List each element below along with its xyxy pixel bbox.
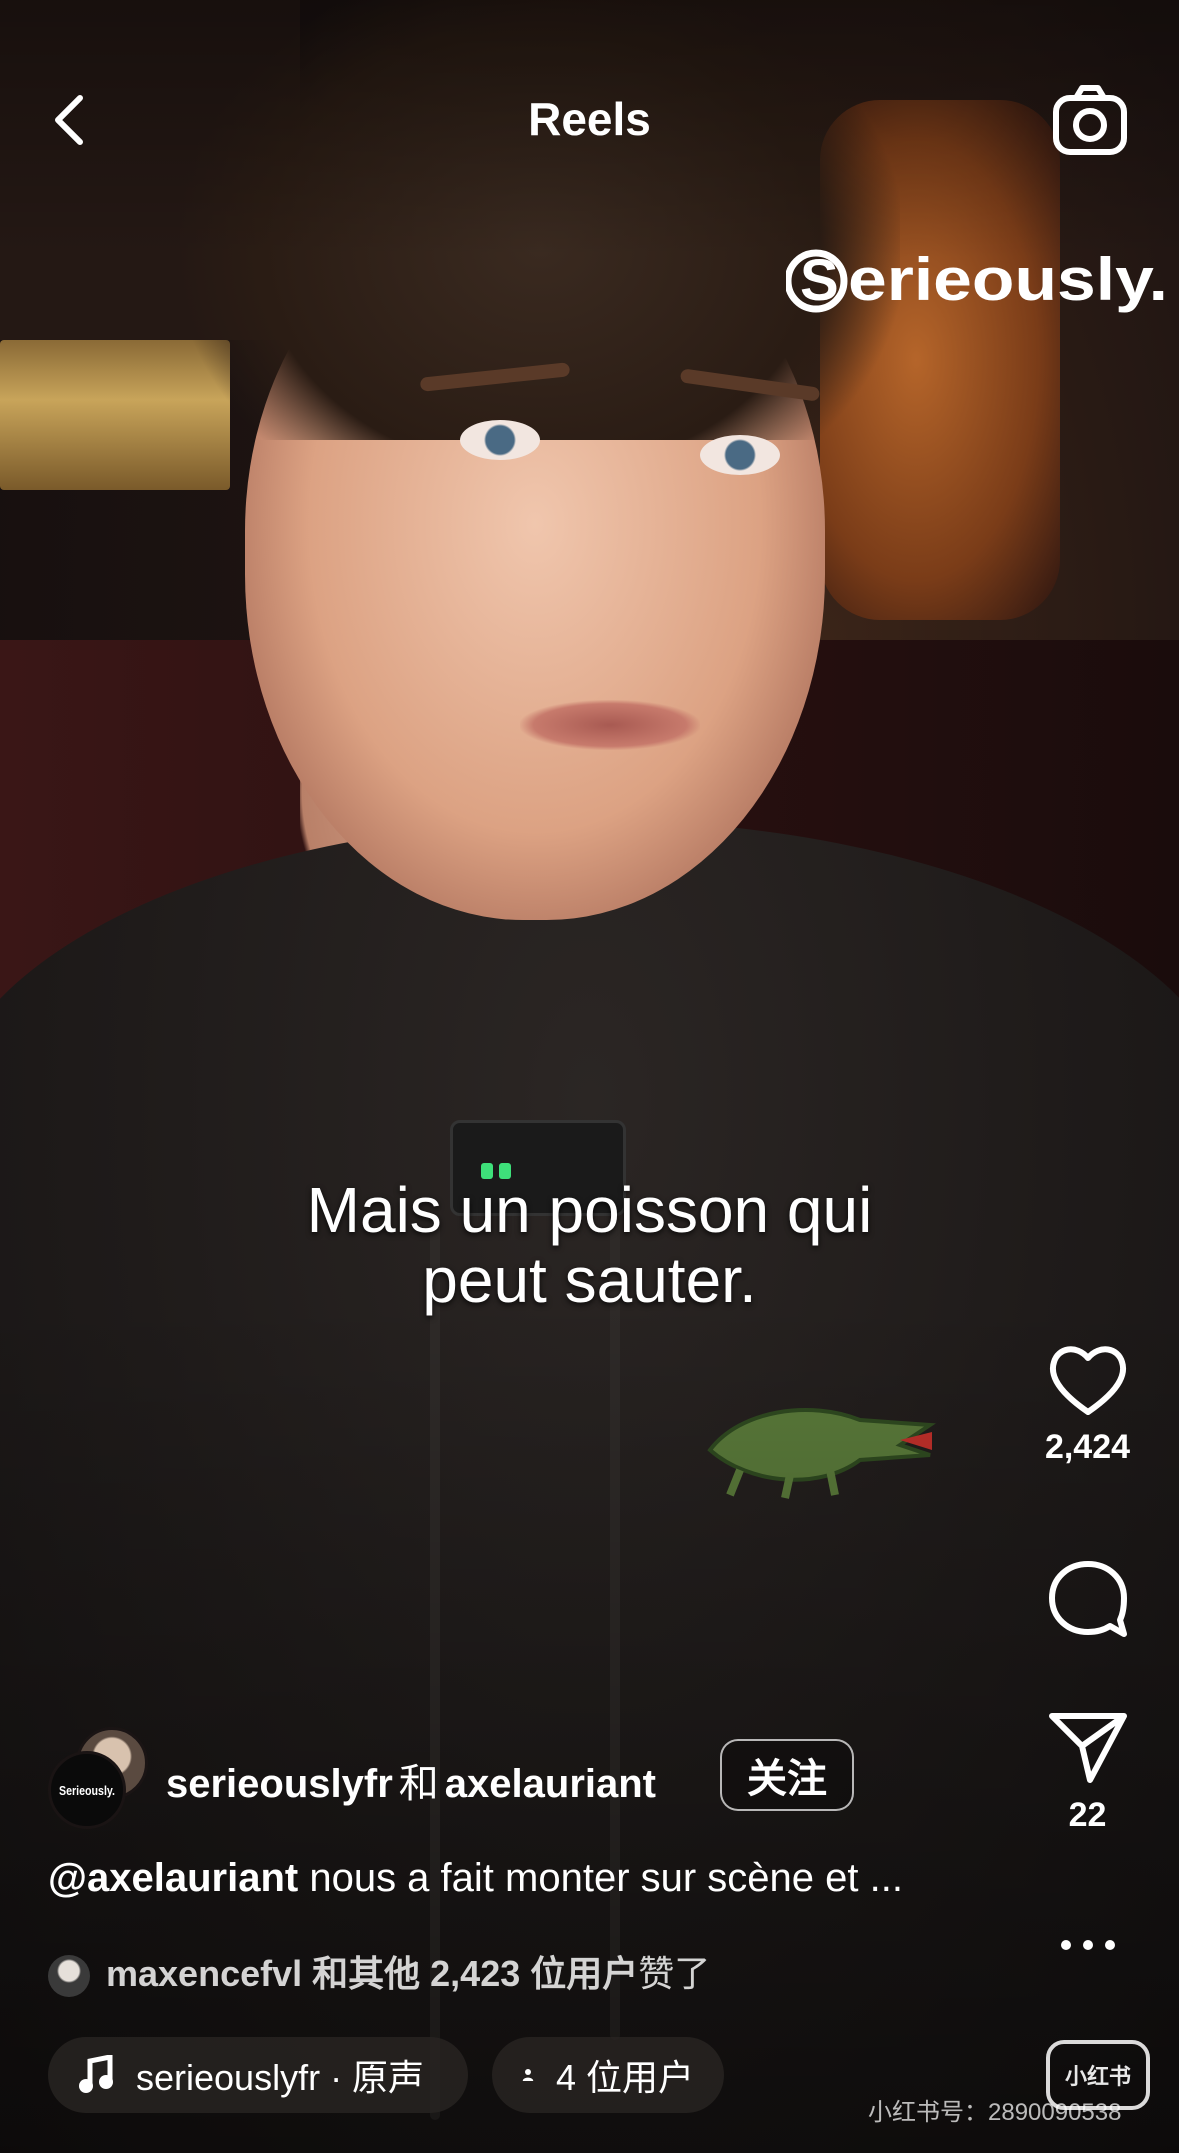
author-names[interactable]: serieouslyfr 和 axelauriant: [166, 1751, 656, 1809]
follow-button[interactable]: 关注: [720, 1739, 854, 1811]
svg-text:S: S: [800, 248, 839, 313]
like-count: 2,424: [1044, 1428, 1131, 1466]
send-icon[interactable]: [1046, 1708, 1130, 1788]
top-bar: Reels: [0, 80, 1179, 160]
author-row: Serieously. serieouslyfr 和 axelauriant 关注: [48, 1725, 948, 1829]
caption-mention[interactable]: @axelauriant: [48, 1856, 298, 1900]
author-username[interactable]: axelauriant: [445, 1762, 656, 1806]
liked-by-verb: 赞了: [638, 1953, 711, 1994]
caption-text: nous a fait monter sur scène et ...: [298, 1856, 903, 1900]
page-title: Reels: [528, 93, 651, 145]
serieously-avatar-logo-icon: Serieously.: [59, 1783, 115, 1798]
liked-by-row[interactable]: maxencefvl 和其他 2,423 位用户赞了: [48, 1945, 711, 1998]
avatar: [48, 1955, 90, 1998]
subtitle-line: Mais un poisson qui: [306, 1174, 873, 1246]
subtitle-line: peut sauter.: [422, 1244, 757, 1316]
more-options-icon[interactable]: [1048, 1930, 1128, 1960]
liked-by-suffix: 和其他 2,423 位用户: [312, 1953, 639, 1994]
share-action[interactable]: 22: [1020, 1708, 1155, 1835]
heart-icon[interactable]: [1046, 1340, 1130, 1420]
music-note-icon: [79, 2055, 113, 2093]
avatar[interactable]: Serieously.: [48, 1751, 126, 1829]
svg-text:Serieously.: Serieously.: [59, 1783, 115, 1798]
person-icon: [522, 2069, 534, 2081]
post-caption[interactable]: @axelauriant nous a fait monter sur scèn…: [48, 1856, 903, 1901]
camera-icon[interactable]: [1050, 80, 1130, 160]
comment-icon[interactable]: [1046, 1558, 1130, 1642]
video-subtitle: Mais un poisson qui peut sauter.: [0, 1175, 1179, 1315]
author-avatars[interactable]: Serieously.: [48, 1725, 148, 1829]
watermark-text: 小红书号：2890090538: [868, 2099, 1122, 2126]
author-username[interactable]: serieouslyfr: [166, 1762, 393, 1806]
svg-text:erieously.: erieously.: [848, 246, 1168, 313]
like-action[interactable]: 2,424: [1020, 1340, 1155, 1467]
liked-by-user[interactable]: maxencefvl: [106, 1953, 302, 1994]
comment-action[interactable]: [1020, 1558, 1155, 1642]
and-label: 和: [398, 1762, 439, 1806]
share-count: 22: [1068, 1796, 1107, 1834]
serieously-logo-icon: S erieously.: [786, 246, 1168, 313]
users-label: 4 位用户: [555, 2057, 694, 2098]
audio-pill[interactable]: serieouslyfr · 原声: [48, 2037, 468, 2113]
users-pill[interactable]: 4 位用户: [492, 2037, 724, 2113]
audio-label: serieouslyfr · 原声: [136, 2057, 425, 2098]
